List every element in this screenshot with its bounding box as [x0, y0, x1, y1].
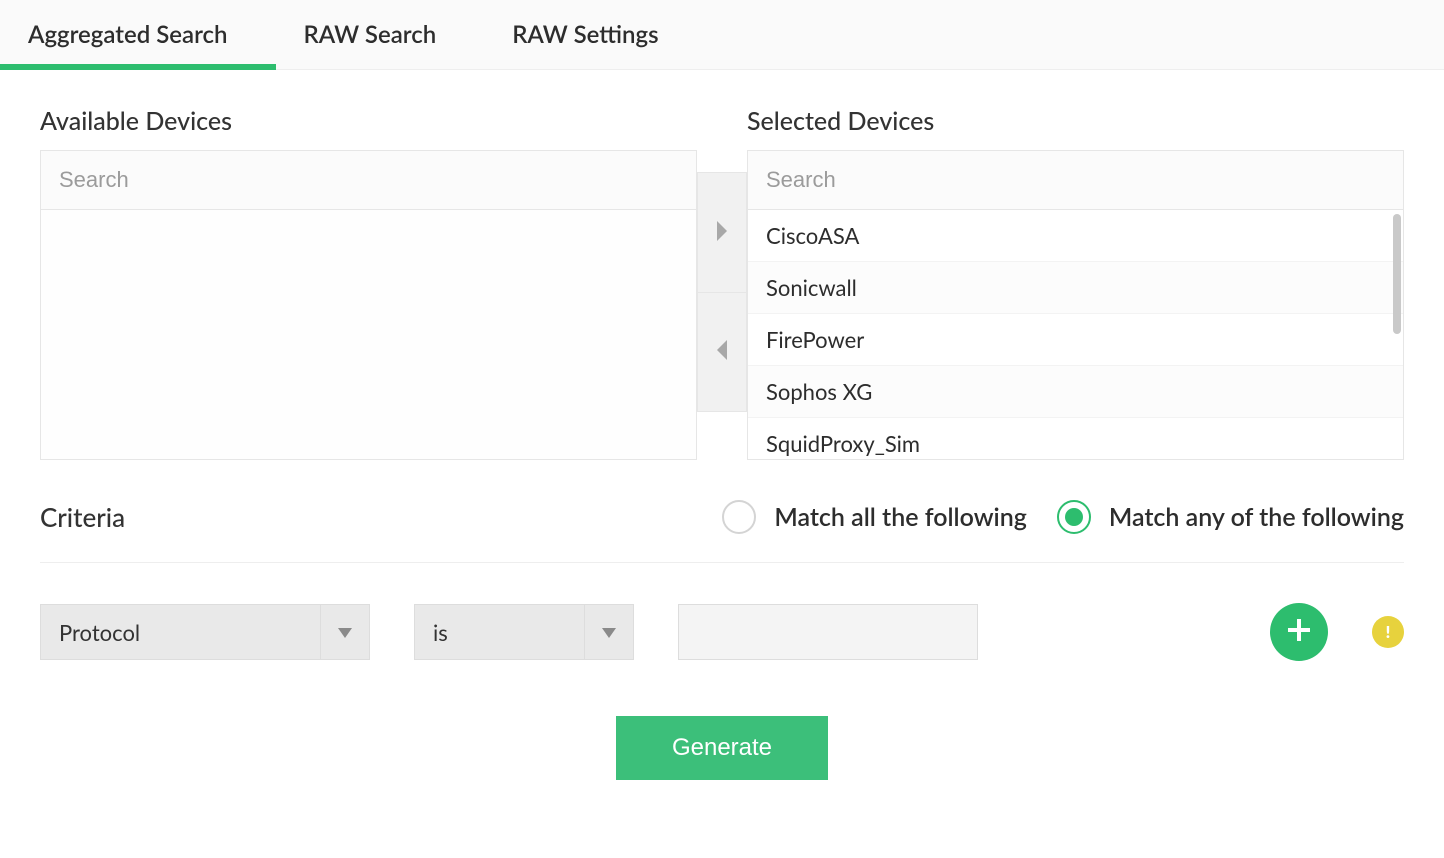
- list-item[interactable]: Sophos XG: [748, 366, 1403, 418]
- criteria-header: Criteria Match all the following Match a…: [40, 500, 1404, 563]
- match-any-label: Match any of the following: [1109, 502, 1404, 532]
- available-search-wrap: [40, 150, 697, 210]
- exclamation-icon: !: [1386, 623, 1391, 642]
- move-left-button[interactable]: [697, 292, 747, 412]
- selected-search-wrap: [747, 150, 1404, 210]
- field-select-value: Protocol: [40, 604, 320, 660]
- chevron-left-icon: [715, 340, 729, 364]
- list-item[interactable]: Sonicwall: [748, 262, 1403, 314]
- available-search-input[interactable]: [41, 151, 696, 209]
- selected-devices-list[interactable]: CiscoASA Sonicwall FirePower Sophos XG S…: [747, 210, 1404, 460]
- field-select-caret[interactable]: [320, 604, 370, 660]
- move-right-button[interactable]: [697, 172, 747, 292]
- add-criteria-button[interactable]: [1270, 603, 1328, 661]
- scrollbar[interactable]: [1393, 214, 1401, 334]
- selected-devices-column: Selected Devices CiscoASA Sonicwall Fire…: [747, 106, 1404, 460]
- operator-select[interactable]: is: [414, 604, 634, 660]
- tab-raw-search[interactable]: RAW Search: [276, 0, 485, 69]
- list-item[interactable]: CiscoASA: [748, 210, 1403, 262]
- warning-badge[interactable]: !: [1372, 616, 1404, 648]
- chevron-right-icon: [715, 221, 729, 245]
- match-all-radio[interactable]: [722, 500, 756, 534]
- field-select[interactable]: Protocol: [40, 604, 370, 660]
- transfer-buttons: [697, 172, 747, 460]
- tab-aggregated-search[interactable]: Aggregated Search: [0, 0, 276, 69]
- generate-button[interactable]: Generate: [616, 716, 828, 780]
- list-item[interactable]: SquidProxy_Sim: [748, 418, 1403, 459]
- match-any-group: Match any of the following: [1057, 500, 1404, 534]
- available-devices-title: Available Devices: [40, 106, 697, 136]
- criteria-title: Criteria: [40, 501, 125, 533]
- plus-icon: [1288, 619, 1310, 645]
- device-dual-list: Available Devices Selected Devices: [40, 106, 1404, 460]
- selected-devices-title: Selected Devices: [747, 106, 1404, 136]
- chevron-down-icon: [338, 623, 352, 642]
- operator-select-value: is: [414, 604, 584, 660]
- criteria-row: Protocol is !: [40, 603, 1404, 661]
- chevron-down-icon: [602, 623, 616, 642]
- tab-raw-settings[interactable]: RAW Settings: [484, 0, 706, 69]
- list-item[interactable]: FirePower: [748, 314, 1403, 366]
- selected-search-input[interactable]: [748, 151, 1403, 209]
- operator-select-caret[interactable]: [584, 604, 634, 660]
- match-all-group: Match all the following: [722, 500, 1027, 534]
- available-devices-column: Available Devices: [40, 106, 697, 460]
- tab-bar: Aggregated Search RAW Search RAW Setting…: [0, 0, 1444, 70]
- match-any-radio[interactable]: [1057, 500, 1091, 534]
- criteria-value-input[interactable]: [678, 604, 978, 660]
- available-devices-list[interactable]: [40, 210, 697, 460]
- match-all-label: Match all the following: [774, 502, 1027, 532]
- criteria-section: Criteria Match all the following Match a…: [40, 500, 1404, 661]
